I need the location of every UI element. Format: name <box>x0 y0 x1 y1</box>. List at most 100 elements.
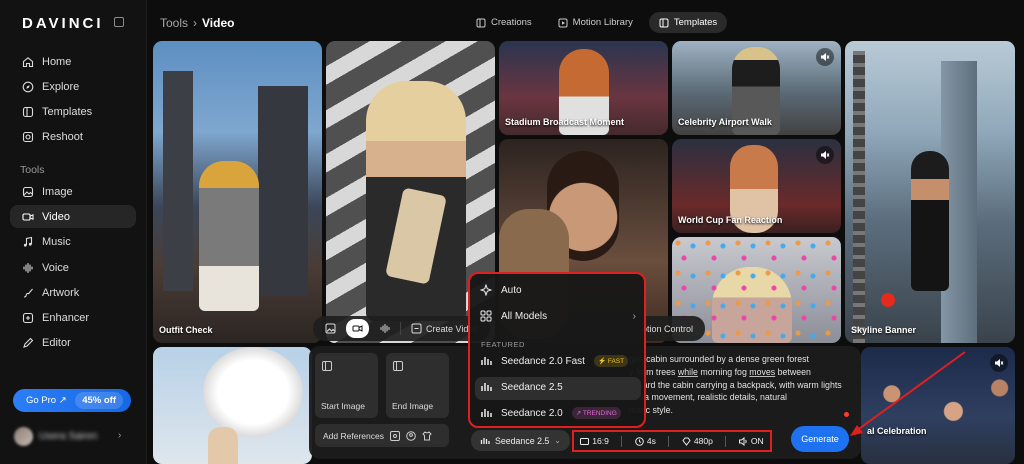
speaker-mute-icon <box>821 53 830 61</box>
sidebar-item-enhancer[interactable]: Enhancer <box>10 306 136 329</box>
sidebar-item-label: Home <box>42 55 72 68</box>
sidebar-toggle-icon[interactable] <box>114 17 124 27</box>
start-image-label: Start Image <box>321 401 365 411</box>
go-pro-label: Go Pro ↗ <box>26 395 67 406</box>
mute-toggle[interactable] <box>816 146 834 164</box>
tab-templates[interactable]: Templates <box>648 12 728 33</box>
sidebar-item-explore[interactable]: Explore <box>10 75 136 98</box>
card-caption: Skyline Banner <box>851 325 917 335</box>
aspect-ratio-value: 16:9 <box>592 436 609 446</box>
sidebar-item-label: Video <box>42 210 70 223</box>
sidebar-item-artwork[interactable]: Artwork <box>10 281 136 304</box>
prompt-line: matic style. <box>629 405 673 416</box>
template-card[interactable]: World Cup Fan Reaction <box>672 139 841 233</box>
artwork-icon <box>23 288 33 298</box>
grid-icon <box>480 310 492 322</box>
fast-badge: ⚡ FAST <box>593 355 629 367</box>
generate-button[interactable]: Generate <box>791 426 849 452</box>
template-card[interactable]: Outfit Check <box>153 41 322 343</box>
prompt-line: gen cabin surrounded by a dense green fo… <box>629 354 809 364</box>
upload-image-icon <box>322 361 332 371</box>
sidebar-item-home[interactable]: Home <box>10 50 136 73</box>
create-icon <box>411 323 422 334</box>
prompt-textarea[interactable]: gen cabin surrounded by a dense green fo… <box>629 353 854 417</box>
image-icon[interactable] <box>389 430 400 441</box>
audio-option[interactable]: ON <box>738 436 764 446</box>
template-card[interactable]: Celebrity Airport Walk <box>672 41 841 135</box>
model-option-auto[interactable]: Auto <box>480 284 522 296</box>
tab-motion-library[interactable]: Motion Library <box>548 12 643 33</box>
templates-icon <box>22 106 34 117</box>
aspect-ratio-option[interactable]: 16:9 <box>580 436 609 446</box>
add-references-label: Add References <box>323 430 384 441</box>
model-option-seedance-25[interactable]: Seedance 2.5 <box>480 381 563 393</box>
tab-creations[interactable]: Creations <box>466 12 542 33</box>
model-option-seedance-20[interactable]: Seedance 2.0 ↗ TRENDING <box>480 407 621 419</box>
model-option-label: Seedance 2.0 <box>501 407 563 419</box>
card-caption: Celebrity Airport Walk <box>678 117 772 127</box>
tab-label: Motion Library <box>572 17 633 28</box>
face-icon[interactable] <box>406 430 416 441</box>
add-references-button[interactable]: Add References <box>315 424 449 447</box>
template-card[interactable] <box>153 347 312 464</box>
model-option-label: Seedance 2.5 <box>501 381 563 393</box>
editor-icon <box>23 337 34 348</box>
tools-heading: Tools <box>20 164 45 176</box>
resolution-option[interactable]: 480p <box>682 436 713 446</box>
sidebar-item-image[interactable]: Image <box>10 180 136 203</box>
template-card[interactable]: Skyline Banner <box>845 41 1015 343</box>
music-icon <box>23 236 33 247</box>
breadcrumb: Tools › Video <box>160 16 235 30</box>
sidebar-item-voice[interactable]: Voice <box>10 256 136 279</box>
sidebar-item-music[interactable]: Music <box>10 230 136 253</box>
video-mode-button[interactable] <box>346 319 369 338</box>
sidebar-item-video[interactable]: Video <box>10 205 136 228</box>
image-mode-button[interactable] <box>319 319 342 338</box>
aspect-ratio-icon <box>580 437 590 445</box>
upload-image-icon <box>393 361 403 371</box>
generation-options: 16:9 4s 480p ON <box>572 430 772 452</box>
model-select-button[interactable]: Seedance 2.5 ⌄ <box>471 430 570 451</box>
breadcrumb-current: Video <box>202 16 235 30</box>
model-option-seedance-20-fast[interactable]: Seedance 2.0 Fast ⚡ FAST <box>480 355 629 367</box>
end-image-slot[interactable]: End Image <box>386 353 449 418</box>
video-icon <box>22 212 34 221</box>
tab-label: Templates <box>673 17 718 28</box>
sidebar-item-reshoot[interactable]: Reshoot <box>10 125 136 148</box>
play-square-icon <box>558 18 568 27</box>
model-dropdown: Auto All Models › FEATURED Seedance 2.0 … <box>468 272 646 428</box>
shirt-icon[interactable] <box>422 430 432 441</box>
sidebar-item-editor[interactable]: Editor <box>10 331 136 354</box>
header-tabs: Creations Motion Library Templates <box>466 12 728 33</box>
option-divider <box>621 435 623 447</box>
go-pro-button[interactable]: Go Pro ↗ 45% off <box>13 389 131 412</box>
template-card[interactable]: Stadium Broadcast Moment <box>499 41 668 135</box>
toolbar-divider <box>400 322 401 335</box>
tab-label: Creations <box>491 17 532 28</box>
media-type-toolbar: Create Video <box>313 316 491 341</box>
sidebar-item-label: Music <box>42 235 71 248</box>
resolution-value: 480p <box>693 436 713 446</box>
avatar <box>14 427 33 446</box>
chevron-right-icon: › <box>632 310 636 322</box>
prompt-text: between <box>775 366 811 377</box>
mute-toggle[interactable] <box>816 48 834 66</box>
breadcrumb-tools[interactable]: Tools <box>160 16 188 30</box>
mute-toggle[interactable] <box>990 354 1008 372</box>
model-select-label: Seedance 2.5 <box>495 435 550 446</box>
sidebar-item-label: Voice <box>42 261 69 274</box>
sidebar-item-templates[interactable]: Templates <box>10 100 136 123</box>
model-option-all[interactable]: All Models › <box>480 310 636 322</box>
trending-badge: ↗ TRENDING <box>571 407 621 419</box>
start-image-slot[interactable]: Start Image <box>315 353 378 418</box>
duration-option[interactable]: 4s <box>635 436 656 446</box>
compass-icon <box>22 81 34 92</box>
grid-icon <box>476 18 486 27</box>
template-card[interactable]: al Celebration <box>861 347 1015 464</box>
speaker-icon <box>738 436 747 446</box>
audio-mode-button[interactable] <box>373 319 396 338</box>
voice-icon <box>23 262 33 273</box>
user-menu[interactable]: Usera Sairen › <box>14 427 121 446</box>
enhancer-icon <box>22 312 34 323</box>
prompt-spellcheck-word: while <box>677 366 698 377</box>
